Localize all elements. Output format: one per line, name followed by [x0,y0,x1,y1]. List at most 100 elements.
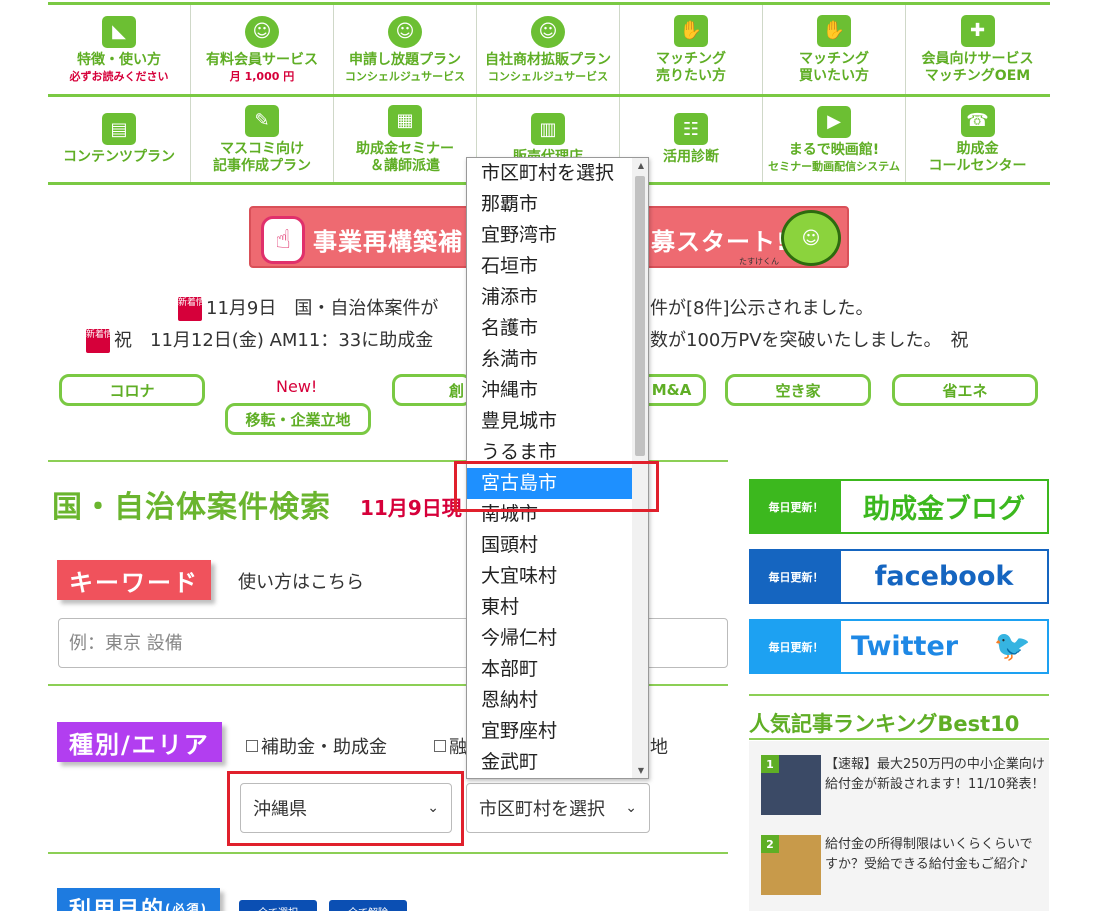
handshake-icon: ✋ [817,14,851,47]
dropdown-option[interactable]: 宜野座村 [467,716,648,747]
dropdown-option[interactable]: 大宜味村 [467,561,648,592]
nav-item-label: マスコミ向け [220,140,304,157]
dropdown-option[interactable]: 石垣市 [467,251,648,282]
clear-all-button[interactable]: 全て解除 [329,900,407,911]
city-select[interactable]: 市区町村を選択 ⌄ [466,783,650,833]
highlight-box-prefecture [227,771,464,846]
dropdown-option[interactable]: 恩納村 [467,685,648,716]
keyword-label: キーワード [57,560,211,600]
select-all-button[interactable]: 全て選択 [239,900,317,911]
tag-corona[interactable]: コロナ [59,374,205,406]
nav-item[interactable]: ☺ 自社商材拡販プラン コンシェルジュサービス [477,5,620,94]
nav-item-sublabel: コールセンター [928,157,1027,174]
usage-link[interactable]: 使い方はこちら [238,568,364,594]
nav-item-label: マッチング [656,50,726,67]
facebook-link[interactable]: 毎日更新！ facebook [749,549,1049,604]
blog-link[interactable]: 毎日更新！ 助成金ブログ [749,479,1049,534]
nav-item-label: コンテンツプラン [63,149,175,165]
puzzle-icon: ✚ [960,14,995,47]
divider [48,852,728,854]
dropdown-option[interactable]: 那覇市 [467,189,648,220]
dropdown-option[interactable]: 東村 [467,592,648,623]
beginner-mark-icon: ◣ [102,15,136,48]
nav-item[interactable]: ▦ 助成金セミナー ＆講師派遣 [334,97,477,182]
nav-item-label: 活用診断 [663,149,719,165]
nav-item-sublabel: ＆講師派遣 [370,157,440,174]
nav-item-label: マッチング [799,50,869,67]
news-text: 11月9日 国・自治体案件が [206,298,439,319]
nav-item-sublabel: 月 1,000 円 [229,69,295,83]
dropdown-option[interactable]: 沖縄市 [467,375,648,406]
divider [749,738,1049,740]
ranking-text: 給付金の所得制限はいくらくらいですか？受給できる給付金もご紹介♪ [825,837,1033,872]
blog-link-label: 助成金ブログ [863,494,1025,525]
dropdown-option[interactable]: 金武町 [467,747,648,778]
ranking-number: 2 [761,835,779,853]
tag-akiya[interactable]: 空き家 [725,374,871,406]
nav-item[interactable]: ▶ まるで映画館! セミナー動画配信システム [763,97,906,182]
twitter-bird-icon: 🐦 [993,629,1031,664]
tag-ma[interactable]: M&A [640,374,706,406]
tag-shoene[interactable]: 省エネ [892,374,1038,406]
nav-item[interactable]: ☎ 助成金 コールセンター [906,97,1049,182]
nav-item-label: 申請し放題プラン [349,51,461,68]
presentation-icon: ▦ [388,104,422,137]
nav-item-label: 自社商材拡販プラン [485,51,611,68]
nav-item[interactable]: ☺ 有料会員サービス月 1,000 円 [191,5,334,94]
nav-item-label: 特徴・使い方 [77,51,161,68]
nav-item[interactable]: ✋ マッチング 買いたい方 [763,5,906,94]
scroll-down-icon[interactable]: ▼ [638,766,644,775]
banner-text-left: 事業再構築補 [313,228,463,256]
facebook-link-label: facebook [874,561,1014,592]
nav-item[interactable]: ✚ 会員向けサービス マッチングOEM [906,5,1049,94]
document-icon: ▤ [102,113,136,145]
ranking-item[interactable]: 1 【速報】最大250万円の中小企業向け給付金が新設されます！11/10発表！ [761,755,1045,819]
highlight-box-selected-city [454,461,659,512]
tag-sougyou[interactable]: 創 [392,374,472,406]
dropdown-option[interactable]: 浦添市 [467,282,648,313]
dropdown-option[interactable]: 本部町 [467,654,648,685]
banner-mascot-name: たすけくん [739,257,779,266]
nav-item[interactable]: ▤ コンテンツプラン [48,97,191,182]
ranking-number: 1 [761,755,779,773]
nav-item[interactable]: ✋ マッチング 売りたい方 [620,5,763,94]
book-pen-icon: ✎ [245,104,279,137]
nav-item[interactable]: ✎ マスコミ向け 記事作成プラン [191,97,334,182]
nav-item[interactable]: ◣ 特徴・使い方 必ずお読みください [48,5,191,94]
handshake-icon: ✋ [674,14,708,47]
chevron-down-icon: ⌄ [625,800,637,816]
tag-relocation[interactable]: 移転・企業立地 [225,403,371,435]
dropdown-option[interactable]: 今帰仁村 [467,623,648,654]
scroll-up-icon[interactable]: ▲ [638,161,644,170]
news-text: 祝 11月12日(金) AM11：33に助成金 [114,330,434,351]
nav-item-sublabel: セミナー動画配信システム [768,159,900,173]
pointing-hand-icon: ☝ [261,216,305,264]
nav-item-sublabel: コンシェルジュサービス [487,69,609,83]
ranking-text: 【速報】最大250万円の中小企業向け給付金が新設されます！11/10発表！ [825,757,1045,792]
purpose-label: 利用目的 (必須) [57,888,220,911]
ranking-item[interactable]: 2 給付金の所得制限はいくらくらいですか？受給できる給付金もご紹介♪ [761,835,1041,899]
nav-item[interactable]: ☺ 申請し放題プラン コンシェルジュサービス [334,5,477,94]
checkbox-subsidy[interactable]: 補助金・助成金 [246,733,387,759]
dropdown-option[interactable]: 市区町村を選択 [467,158,648,189]
dropdown-option[interactable]: 名護市 [467,313,648,344]
checkbox-box[interactable] [246,740,258,752]
news-text-right: 数が100万PVを突破いたしました。 祝 [650,330,969,351]
nav-item-label: 助成金 [956,140,999,157]
checkbox-box[interactable] [434,740,446,752]
page-title: 国・自治体案件検索 [52,490,331,525]
dropdown-option[interactable]: 糸満市 [467,344,648,375]
checkbox-subsidy-label: 補助金・助成金 [261,737,387,758]
mascot-icon: ☺ [781,210,841,266]
dropdown-option[interactable]: 宜野湾市 [467,220,648,251]
scrollbar-thumb[interactable] [635,176,645,456]
twitter-link[interactable]: 毎日更新！ Twitter 🐦 [749,619,1049,674]
nav-row-1: ◣ 特徴・使い方 必ずお読みください ☺ 有料会員サービス月 1,000 円 ☺ 申請し放題… [48,5,1050,97]
dropdown-option[interactable]: 国頭村 [467,530,648,561]
new-label: New! [276,377,318,396]
page-root: ◣ 特徴・使い方 必ずお読みください ☺ 有料会員サービス月 1,000 円 ☺ 申請し放題… [0,0,1111,911]
nav-item-label: まるで映画館! [788,141,880,158]
purpose-label-text: 利用目的 [69,898,166,911]
dropdown-option[interactable]: 豊見城市 [467,406,648,437]
checkbox-loan[interactable]: 融 [434,733,467,759]
